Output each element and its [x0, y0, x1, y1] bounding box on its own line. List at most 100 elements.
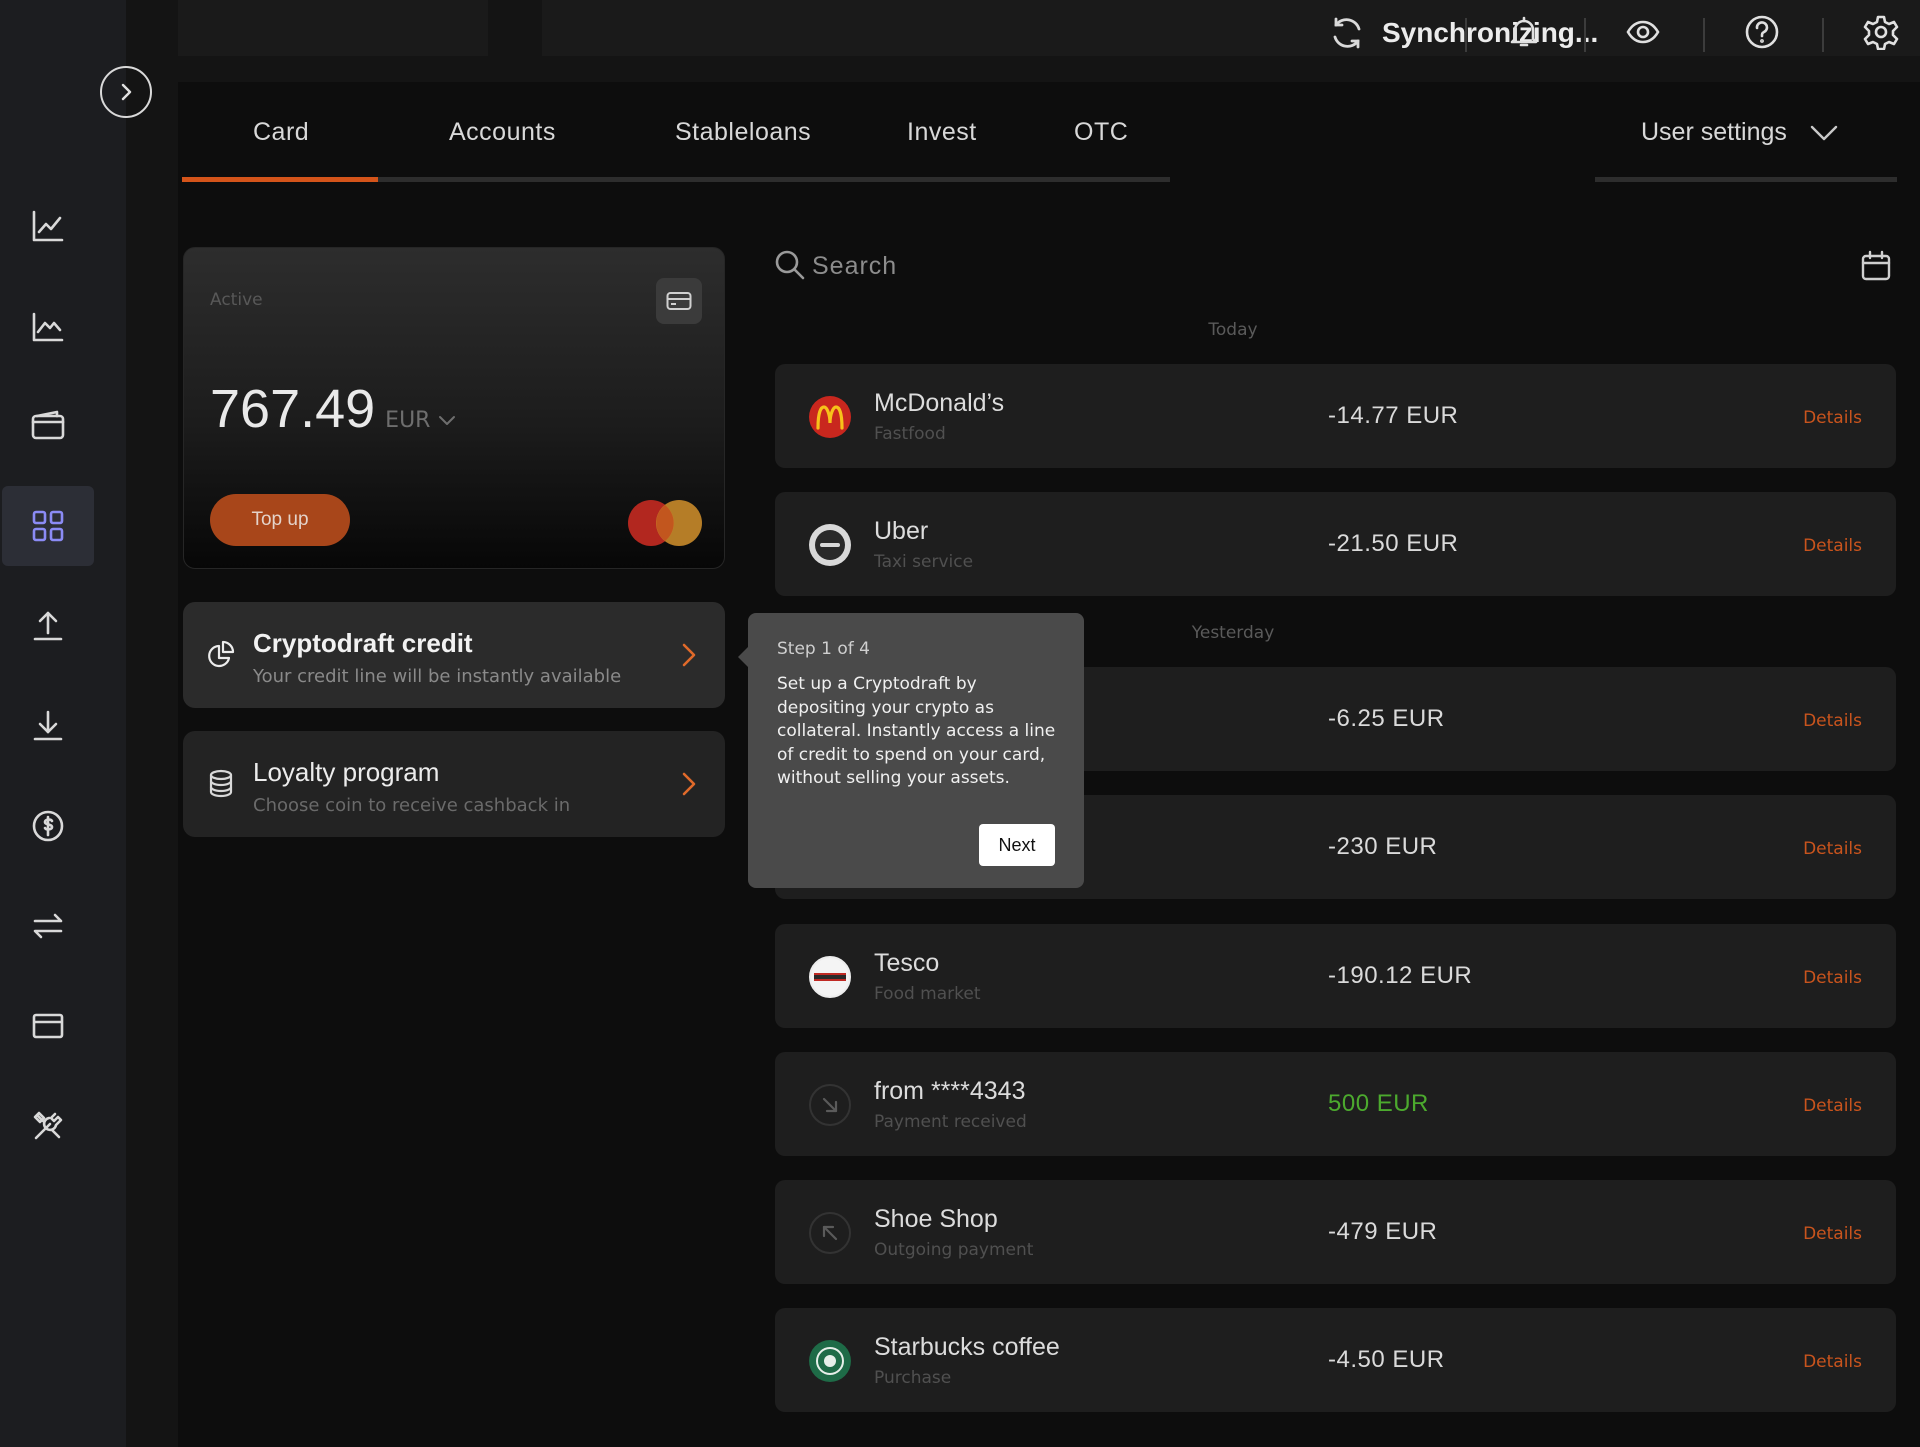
- details-link[interactable]: Details: [1803, 1096, 1862, 1116]
- nav-analytics[interactable]: [2, 186, 94, 266]
- starbucks-logo-icon: [809, 1340, 851, 1382]
- active-tab-indicator: [182, 177, 378, 182]
- card-icon: [32, 1013, 64, 1039]
- top-up-button[interactable]: Top up: [210, 494, 350, 546]
- header-panel: [542, 0, 1920, 56]
- details-link[interactable]: Details: [1803, 839, 1862, 859]
- top-bar: Synchronizing...: [178, 0, 1920, 82]
- nav-markets[interactable]: [2, 286, 94, 366]
- nav-tools[interactable]: [2, 1086, 94, 1166]
- mcdonalds-logo-icon: [809, 396, 851, 438]
- tab-stableloans[interactable]: Stableloans: [675, 118, 811, 147]
- nav-dashboard[interactable]: [2, 486, 94, 566]
- upload-icon: [33, 611, 63, 641]
- merchant-category: Payment received: [874, 1112, 1027, 1132]
- transaction-amount: -4.50 EUR: [1328, 1346, 1445, 1373]
- tooltip-message: Set up a Cryptodraft by depositing your …: [777, 674, 1056, 788]
- details-link[interactable]: Details: [1803, 1352, 1862, 1372]
- user-settings-divider: [1595, 177, 1897, 182]
- merchant-name: Uber: [874, 517, 929, 545]
- transaction-row[interactable]: from ****4343 Payment received 500 EUR D…: [775, 1052, 1896, 1156]
- nav-payments[interactable]: [2, 786, 94, 866]
- details-link[interactable]: Details: [1803, 408, 1862, 428]
- transaction-row[interactable]: Uber Taxi service -21.50 EUR Details: [775, 492, 1896, 596]
- merchant-name: Starbucks coffee: [874, 1333, 1060, 1361]
- details-link[interactable]: Details: [1803, 711, 1862, 731]
- merchant-category: Food market: [874, 984, 981, 1004]
- sidebar-toggle-button[interactable]: [100, 66, 152, 118]
- sync-status: Synchronizing...: [1328, 12, 1598, 54]
- next-button[interactable]: Next: [979, 824, 1055, 866]
- exchange-icon: [33, 913, 63, 939]
- incoming-arrow-icon: [809, 1084, 851, 1126]
- loyalty-program-item[interactable]: Loyalty program Choose coin to receive c…: [183, 731, 725, 837]
- feature-title: Loyalty program: [253, 757, 440, 787]
- search-input[interactable]: [812, 248, 1312, 284]
- transaction-amount: -21.50 EUR: [1328, 530, 1459, 557]
- nav-cards[interactable]: [2, 986, 94, 1066]
- sidebar-rail: [0, 0, 126, 1447]
- trending-chart-icon: [32, 312, 64, 342]
- card-details-button[interactable]: [656, 278, 702, 324]
- settings-button[interactable]: [1859, 10, 1903, 54]
- chart-line-icon: [32, 210, 64, 242]
- help-button[interactable]: [1740, 10, 1784, 54]
- chevron-down-icon: [439, 415, 456, 425]
- merchant-name: Shoe Shop: [874, 1205, 998, 1233]
- tooltip-step-counter: Step 1 of 4: [777, 639, 870, 659]
- transaction-amount: -190.12 EUR: [1328, 962, 1473, 989]
- nav-wallet[interactable]: [2, 386, 94, 466]
- tools-icon: [33, 1111, 63, 1140]
- merchant-name: McDonald’s: [874, 389, 1005, 417]
- details-link[interactable]: Details: [1803, 1224, 1862, 1244]
- card-balance: 767.49 EUR: [210, 378, 456, 440]
- calendar-icon[interactable]: [1860, 250, 1892, 282]
- chevron-right-icon: [682, 643, 696, 667]
- divider: [1703, 18, 1705, 52]
- tab-invest[interactable]: Invest: [907, 118, 977, 147]
- eye-icon: [1626, 20, 1660, 44]
- grid-icon: [32, 510, 64, 542]
- card-currency: EUR: [385, 408, 431, 433]
- tab-card[interactable]: Card: [253, 118, 309, 147]
- help-icon: [1745, 15, 1779, 49]
- chevron-right-icon: [121, 83, 132, 101]
- search-icon: [775, 250, 805, 280]
- credit-card-icon: [666, 292, 692, 310]
- merchant-category: Fastfood: [874, 424, 946, 444]
- merchant-category: Taxi service: [874, 552, 974, 572]
- cryptodraft-credit-item[interactable]: Cryptodraft credit Your credit line will…: [183, 602, 725, 708]
- pie-chart-icon: [208, 640, 235, 668]
- divider: [1822, 18, 1824, 52]
- transaction-row[interactable]: Shoe Shop Outgoing payment -479 EUR Deta…: [775, 1180, 1896, 1284]
- currency-selector[interactable]: EUR: [385, 408, 456, 433]
- sync-status-text: Synchronizing...: [1382, 17, 1599, 48]
- transaction-amount: 500 EUR: [1328, 1090, 1429, 1117]
- nav-receive[interactable]: [2, 686, 94, 766]
- payment-card: Active 767.49 EUR Top up: [183, 247, 725, 569]
- date-group-label: Today: [1208, 320, 1258, 340]
- transaction-row[interactable]: McDonald’s Fastfood -14.77 EUR Details: [775, 364, 1896, 468]
- nav-exchange[interactable]: [2, 886, 94, 966]
- outgoing-arrow-icon: [809, 1212, 851, 1254]
- details-link[interactable]: Details: [1803, 968, 1862, 988]
- transaction-row[interactable]: Tesco Food market -190.12 EUR Details: [775, 924, 1896, 1028]
- user-settings-dropdown[interactable]: User settings: [1641, 118, 1839, 147]
- mastercard-logo-icon: [628, 500, 702, 546]
- merchant-name: Tesco: [874, 949, 940, 977]
- wallet-icon: [31, 410, 65, 440]
- notifications-button[interactable]: [1502, 10, 1546, 54]
- transaction-row[interactable]: Starbucks coffee Purchase -4.50 EUR Deta…: [775, 1308, 1896, 1412]
- tab-otc[interactable]: OTC: [1074, 118, 1128, 147]
- bell-icon: [1510, 16, 1538, 47]
- rail-gutter: [126, 0, 178, 1447]
- visibility-toggle-button[interactable]: [1621, 10, 1665, 54]
- nav-send[interactable]: [2, 586, 94, 666]
- feature-subtitle: Choose coin to receive cashback in: [253, 795, 571, 816]
- chevron-down-icon: [1810, 125, 1838, 140]
- merchant-category: Purchase: [874, 1368, 952, 1388]
- transaction-amount: -479 EUR: [1328, 1218, 1438, 1245]
- details-link[interactable]: Details: [1803, 536, 1862, 556]
- card-balance-value: 767.49: [210, 379, 376, 439]
- tab-accounts[interactable]: Accounts: [449, 118, 556, 147]
